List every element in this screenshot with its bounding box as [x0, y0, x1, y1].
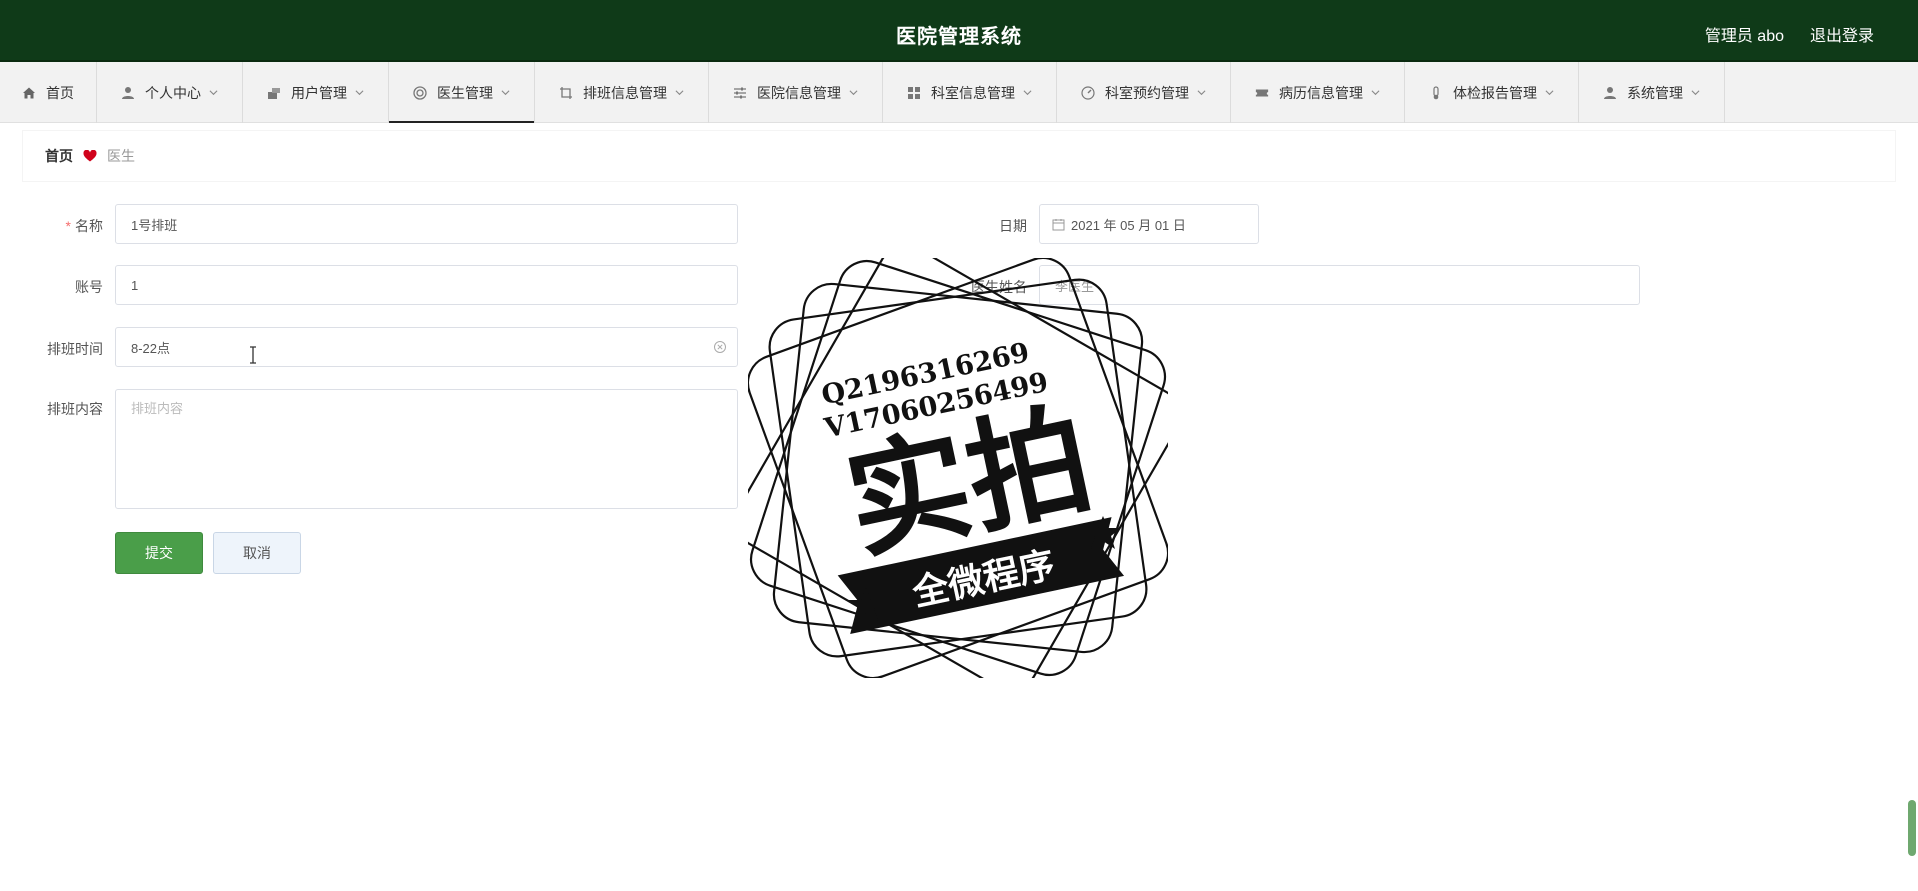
nav-item-label: 排班信息管理 — [583, 84, 667, 101]
chevron-down-icon — [1691, 90, 1700, 96]
nav-item-label: 病历信息管理 — [1279, 84, 1363, 101]
account-label: 账号 — [75, 279, 103, 295]
current-user: 管理员 abo — [1704, 28, 1784, 45]
nav-item-home[interactable]: 首页 — [0, 62, 97, 123]
account-input[interactable]: 1 — [115, 265, 738, 305]
chevron-down-icon — [1197, 90, 1206, 96]
date-input[interactable]: 2021 年 05 月 01 日 — [1039, 204, 1259, 244]
nav-item-department-info[interactable]: 科室信息管理 — [883, 62, 1057, 123]
chevron-down-icon — [675, 90, 684, 96]
doctor-icon — [413, 85, 427, 100]
nav-item-label: 首页 — [46, 84, 74, 101]
nav-item-schedule-management[interactable]: 排班信息管理 — [535, 62, 709, 123]
breadcrumb: 首页 医生 — [23, 131, 1895, 181]
chevron-down-icon — [1371, 90, 1380, 96]
nav-item-department-booking[interactable]: 科室预约管理 — [1057, 62, 1231, 123]
home-icon — [22, 86, 36, 100]
thermometer-icon — [1429, 85, 1443, 100]
schedule-time-label: 排班时间 — [47, 341, 103, 357]
main-nav: 首页 个人中心 用户管理 医生管理 排班信息管理 医院信息管理 科室信息管理 科… — [0, 62, 1918, 123]
chevron-down-icon — [355, 90, 364, 96]
chevron-down-icon — [1545, 90, 1554, 96]
ticket-icon — [1255, 86, 1269, 100]
schedule-content-label: 排班内容 — [47, 401, 103, 417]
chevron-down-icon — [501, 90, 510, 96]
name-input[interactable]: 1号排班 — [115, 204, 738, 244]
chevron-down-icon — [1023, 90, 1032, 96]
gauge-icon — [1081, 85, 1095, 100]
nav-item-checkup-reports[interactable]: 体检报告管理 — [1405, 62, 1579, 123]
nav-item-label: 科室信息管理 — [931, 84, 1015, 101]
cancel-button[interactable]: 取消 — [213, 532, 301, 574]
nav-item-hospital-info[interactable]: 医院信息管理 — [709, 62, 883, 123]
date-label: 日期 — [999, 218, 1027, 234]
clear-icon[interactable] — [713, 340, 727, 354]
chevron-down-icon — [209, 90, 218, 96]
nav-item-label: 系统管理 — [1627, 84, 1683, 101]
heart-icon — [83, 150, 97, 162]
nav-item-label: 科室预约管理 — [1105, 84, 1189, 101]
app-title: 医院管理系统 — [896, 26, 1022, 48]
nav-item-label: 用户管理 — [291, 84, 347, 101]
nav-item-system-management[interactable]: 系统管理 — [1579, 62, 1725, 123]
breadcrumb-home[interactable]: 首页 — [45, 146, 73, 166]
top-header: 医院管理系统 管理员 abo 退出登录 — [0, 0, 1918, 62]
nav-item-medical-records[interactable]: 病历信息管理 — [1231, 62, 1405, 123]
calendar-icon — [1052, 218, 1065, 230]
crop-icon — [559, 86, 573, 100]
nav-item-label: 医生管理 — [437, 84, 493, 101]
scrollbar[interactable] — [1908, 800, 1916, 856]
grid-icon — [907, 86, 921, 100]
users-icon — [267, 86, 281, 100]
name-label: * 名称 — [65, 218, 103, 234]
nav-item-user-management[interactable]: 用户管理 — [243, 62, 389, 123]
logout-button[interactable]: 退出登录 — [1810, 22, 1874, 46]
schedule-form: * 名称 1号排班 账号 1 排班时间 8-22点 排班内容 排班内容 提交 取消… — [23, 192, 1895, 608]
schedule-time-input[interactable]: 8-22点 — [115, 327, 738, 367]
doctor-name-input[interactable]: 李医生 — [1039, 265, 1640, 305]
submit-button[interactable]: 提交 — [115, 532, 203, 574]
nav-item-label: 体检报告管理 — [1453, 84, 1537, 101]
nav-item-label: 个人中心 — [145, 84, 201, 101]
person-icon — [121, 86, 135, 100]
text-cursor-icon — [250, 346, 256, 364]
chevron-down-icon — [849, 90, 858, 96]
schedule-content-textarea[interactable]: 排班内容 — [115, 389, 738, 509]
sliders-icon — [733, 86, 747, 100]
person-icon — [1603, 86, 1617, 100]
nav-item-personal-center[interactable]: 个人中心 — [97, 62, 243, 123]
breadcrumb-current: 医生 — [107, 148, 135, 164]
doctor-name-label: 医生姓名 — [971, 279, 1027, 295]
nav-item-label: 医院信息管理 — [757, 84, 841, 101]
nav-item-doctor-management[interactable]: 医生管理 — [389, 62, 535, 123]
